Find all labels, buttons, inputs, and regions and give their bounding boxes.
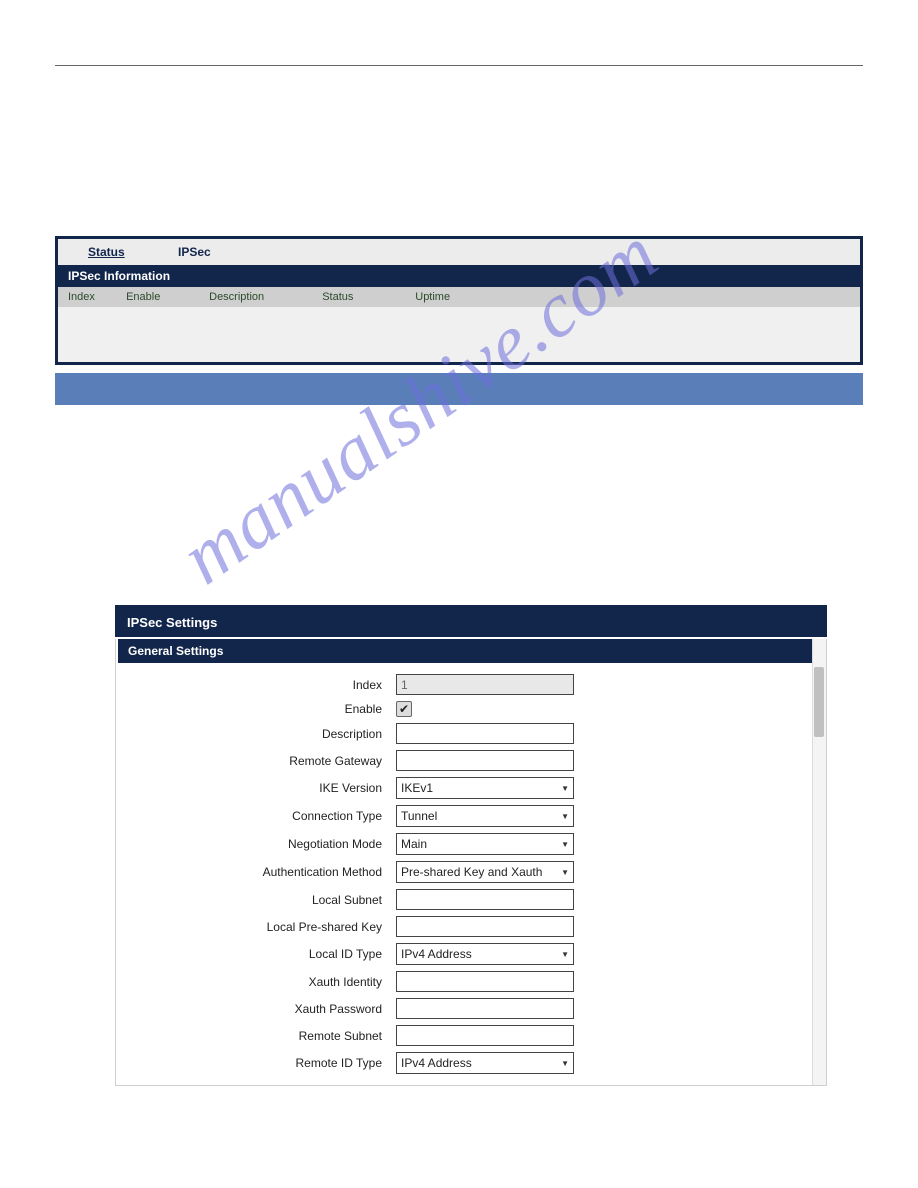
local-psk-label: Local Pre-shared Key bbox=[116, 920, 396, 934]
chevron-down-icon: ▼ bbox=[561, 840, 569, 849]
scrollbar-thumb[interactable] bbox=[814, 667, 824, 737]
connection-type-select[interactable]: Tunnel ▼ bbox=[396, 805, 574, 827]
negotiation-mode-select[interactable]: Main ▼ bbox=[396, 833, 574, 855]
auth-method-label: Authentication Method bbox=[116, 865, 396, 879]
chevron-down-icon: ▼ bbox=[561, 868, 569, 877]
local-subnet-label: Local Subnet bbox=[116, 893, 396, 907]
local-subnet-field[interactable] bbox=[396, 889, 574, 910]
remote-subnet-field[interactable] bbox=[396, 1025, 574, 1046]
xauth-password-label: Xauth Password bbox=[116, 1002, 396, 1016]
remote-subnet-label: Remote Subnet bbox=[116, 1029, 396, 1043]
index-field bbox=[396, 674, 574, 695]
col-description: Description bbox=[209, 291, 319, 303]
ipsec-settings-panel: IPSec Settings General Settings Index En… bbox=[115, 605, 827, 1086]
ike-version-select[interactable]: IKEv1 ▼ bbox=[396, 777, 574, 799]
remote-id-type-label: Remote ID Type bbox=[116, 1056, 396, 1070]
general-settings-form: Index Enable ✔ Description Remote Gatewa… bbox=[116, 671, 826, 1085]
col-status: Status bbox=[322, 291, 412, 303]
remote-id-type-value: IPv4 Address bbox=[401, 1056, 472, 1070]
chevron-down-icon: ▼ bbox=[561, 812, 569, 821]
chevron-down-icon: ▼ bbox=[561, 950, 569, 959]
tab-ipsec[interactable]: IPSec bbox=[178, 245, 211, 259]
connection-type-label: Connection Type bbox=[116, 809, 396, 823]
description-label: Description bbox=[116, 727, 396, 741]
general-settings-header: General Settings bbox=[118, 639, 824, 663]
enable-checkbox[interactable]: ✔ bbox=[396, 701, 412, 717]
description-field[interactable] bbox=[396, 723, 574, 744]
index-label: Index bbox=[116, 678, 396, 692]
ike-version-label: IKE Version bbox=[116, 781, 396, 795]
local-id-type-label: Local ID Type bbox=[116, 947, 396, 961]
chevron-down-icon: ▼ bbox=[561, 1059, 569, 1068]
local-id-type-value: IPv4 Address bbox=[401, 947, 472, 961]
ike-version-value: IKEv1 bbox=[401, 781, 433, 795]
scrollbar-track[interactable] bbox=[812, 639, 826, 1085]
auth-method-select[interactable]: Pre-shared Key and Xauth ▼ bbox=[396, 861, 574, 883]
connection-type-value: Tunnel bbox=[401, 809, 437, 823]
xauth-identity-label: Xauth Identity bbox=[116, 975, 396, 989]
enable-label: Enable bbox=[116, 702, 396, 716]
ipsec-settings-title: IPSec Settings bbox=[115, 608, 827, 637]
tab-status[interactable]: Status bbox=[88, 245, 125, 259]
negotiation-mode-label: Negotiation Mode bbox=[116, 837, 396, 851]
top-divider bbox=[55, 65, 863, 66]
remote-gateway-field[interactable] bbox=[396, 750, 574, 771]
ipsec-info-header: IPSec Information bbox=[58, 265, 860, 287]
ipsec-info-columns: Index Enable Description Status Uptime bbox=[58, 287, 860, 307]
remote-gateway-label: Remote Gateway bbox=[116, 754, 396, 768]
col-uptime: Uptime bbox=[415, 291, 495, 303]
col-index: Index bbox=[68, 291, 123, 303]
negotiation-mode-value: Main bbox=[401, 837, 427, 851]
auth-method-value: Pre-shared Key and Xauth bbox=[401, 865, 542, 879]
chevron-down-icon: ▼ bbox=[561, 784, 569, 793]
local-psk-field[interactable] bbox=[396, 916, 574, 937]
breadcrumb-tabs: Status IPSec bbox=[58, 239, 860, 265]
local-id-type-select[interactable]: IPv4 Address ▼ bbox=[396, 943, 574, 965]
xauth-identity-field[interactable] bbox=[396, 971, 574, 992]
ipsec-info-body-empty bbox=[58, 307, 860, 362]
col-enable: Enable bbox=[126, 291, 206, 303]
blue-separator-bar bbox=[55, 373, 863, 405]
ipsec-info-panel: Status IPSec IPSec Information Index Ena… bbox=[55, 236, 863, 365]
remote-id-type-select[interactable]: IPv4 Address ▼ bbox=[396, 1052, 574, 1074]
xauth-password-field[interactable] bbox=[396, 998, 574, 1019]
